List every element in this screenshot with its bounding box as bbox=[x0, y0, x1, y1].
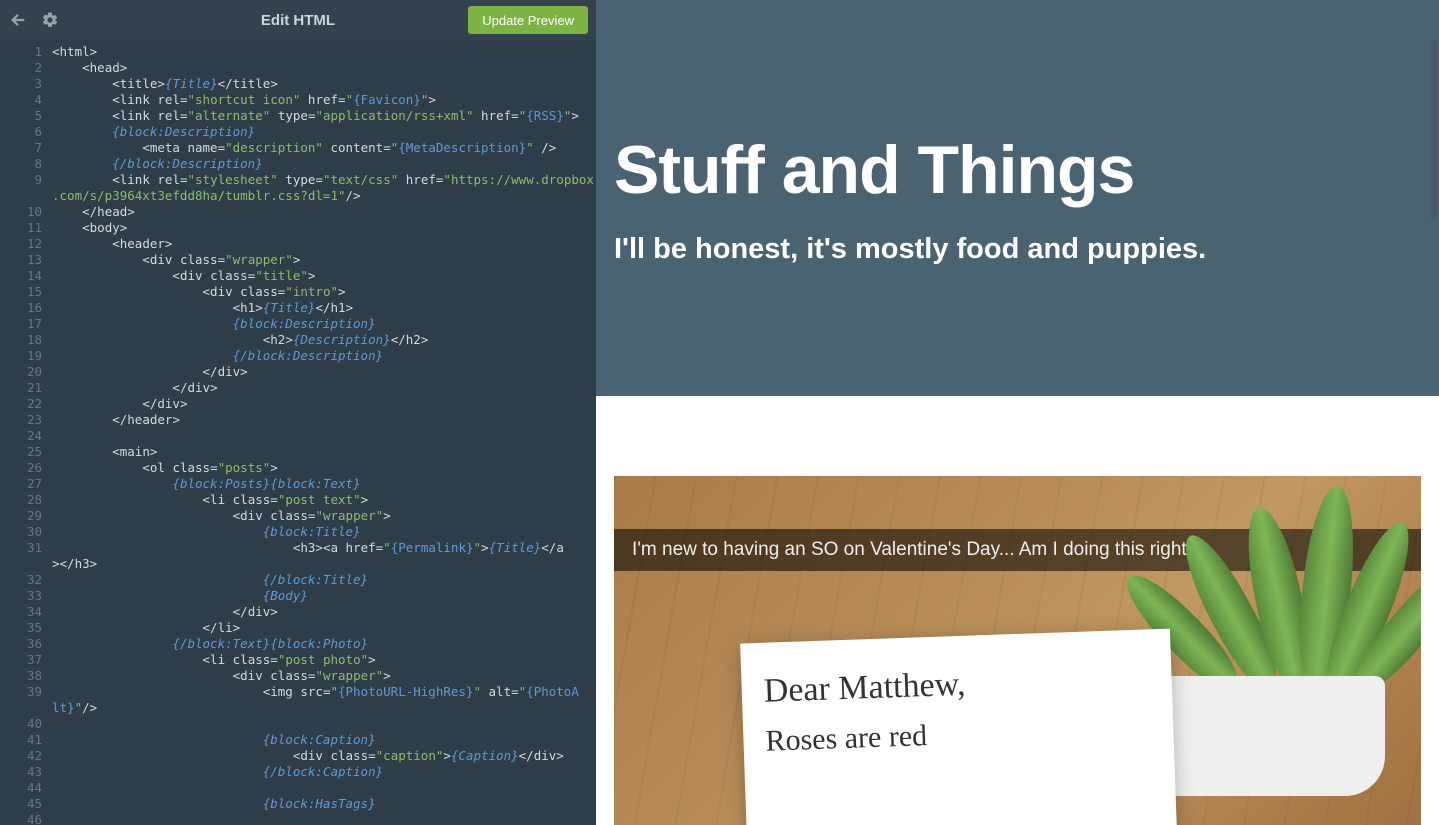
update-preview-button[interactable]: Update Preview bbox=[468, 6, 588, 34]
back-icon[interactable] bbox=[8, 10, 28, 30]
blog-subtitle: I'll be honest, it's mostly food and pup… bbox=[614, 233, 1421, 266]
preview-post: I'm new to having an SO on Valentine's D… bbox=[596, 396, 1439, 825]
gear-icon[interactable] bbox=[40, 10, 60, 30]
editor-toolbar: Edit HTML Update Preview bbox=[0, 0, 596, 40]
line-gutter: 1234567891011121314151617181920212223242… bbox=[0, 40, 48, 825]
editor-pane: Edit HTML Update Preview 123456789101112… bbox=[0, 0, 596, 825]
post-image: I'm new to having an SO on Valentine's D… bbox=[614, 476, 1421, 825]
blog-title: Stuff and Things bbox=[614, 131, 1421, 209]
post-caption: I'm new to having an SO on Valentine's D… bbox=[614, 529, 1421, 571]
note-line: Roses are red bbox=[765, 711, 1152, 758]
editor-scrollbar[interactable] bbox=[1429, 40, 1439, 825]
scrollbar-thumb[interactable] bbox=[1431, 40, 1437, 220]
handwritten-note: Dear Matthew, Roses are red bbox=[740, 629, 1178, 825]
preview-pane: Stuff and Things I'll be honest, it's mo… bbox=[596, 0, 1439, 825]
note-line: Dear Matthew, bbox=[763, 659, 1150, 710]
code-editor[interactable]: 1234567891011121314151617181920212223242… bbox=[0, 40, 596, 825]
preview-header: Stuff and Things I'll be honest, it's mo… bbox=[596, 0, 1439, 396]
code-area[interactable]: <html> <head> <title>{Title}</title> <li… bbox=[48, 40, 596, 825]
